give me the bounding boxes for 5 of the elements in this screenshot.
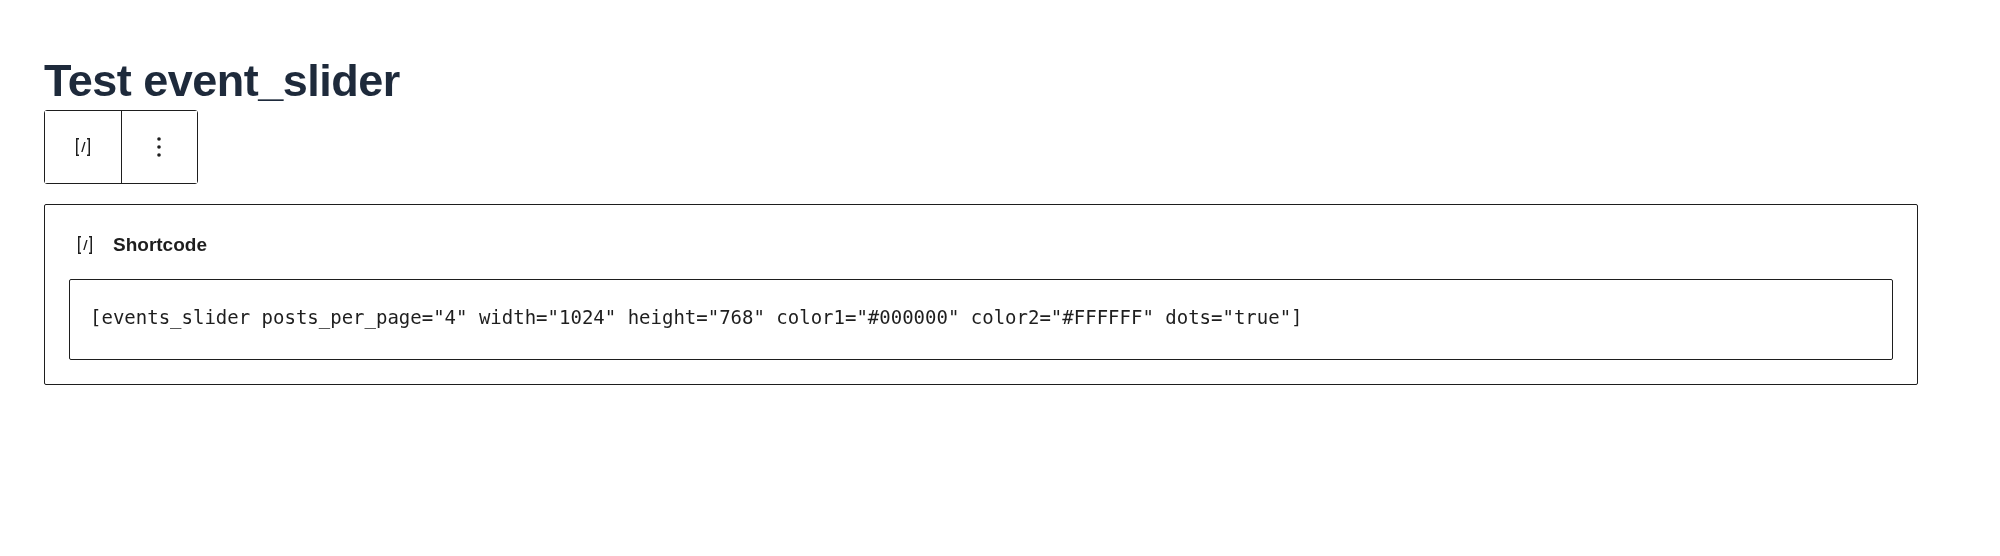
options-button[interactable] [120,111,197,183]
block-label: Shortcode [113,234,207,256]
more-options-icon [156,136,163,158]
shortcode-field[interactable]: [events_slider posts_per_page="4" width="1024" height="768" color1="#000000" color2="#FFFFFF" dots="true"] [69,279,1893,360]
post-title[interactable]: Test event_slider [44,54,1918,108]
